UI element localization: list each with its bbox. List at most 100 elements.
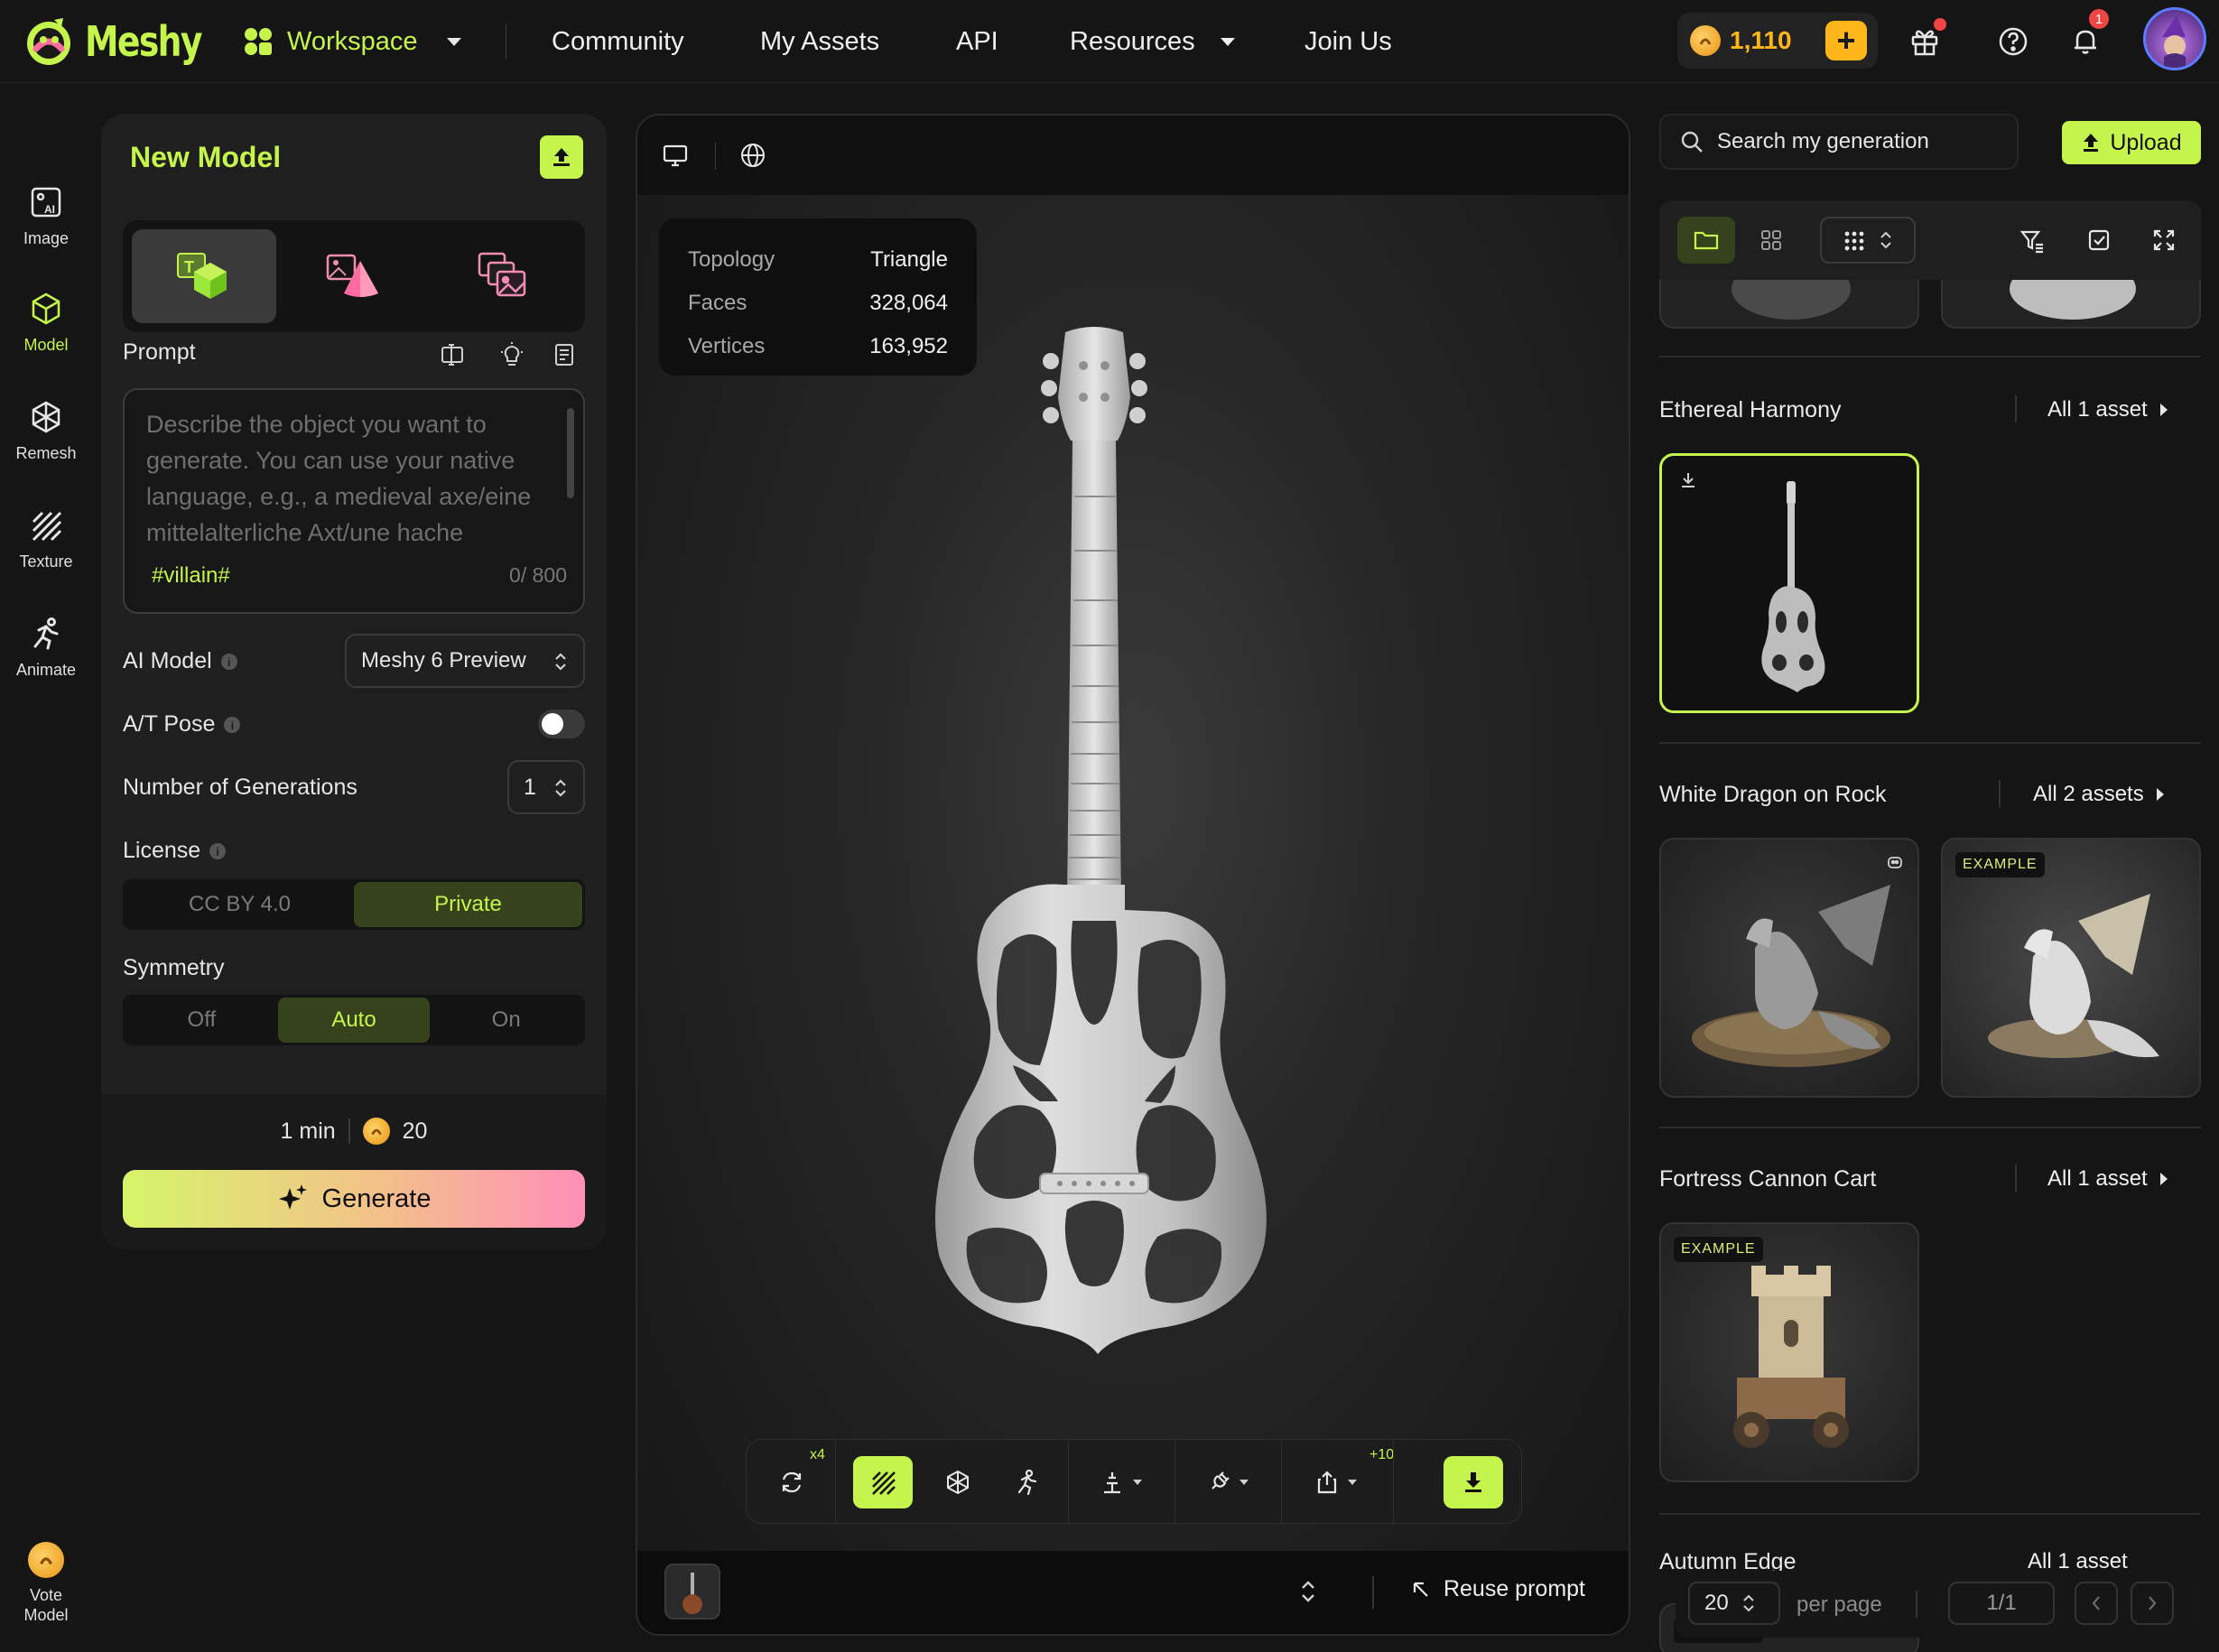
plugin-dropdown-button[interactable] <box>1191 1456 1263 1508</box>
asset-card-selected[interactable] <box>1659 453 1919 713</box>
nav-resources[interactable]: Resources <box>1070 20 1235 63</box>
fullscreen-button[interactable] <box>2143 217 2185 264</box>
reuse-prompt-label: Reuse prompt <box>1443 1576 1585 1601</box>
toolbar-divider <box>1393 1440 1394 1525</box>
texture-icon <box>32 511 62 542</box>
gift-button[interactable] <box>1903 18 1946 63</box>
license-option-cc-by[interactable]: CC BY 4.0 <box>125 882 354 927</box>
prompt-textarea[interactable]: Describe the object you want to generate… <box>123 388 585 614</box>
help-button[interactable] <box>1992 20 2035 63</box>
per-page-label: per page <box>1797 1592 1882 1617</box>
upload-button[interactable]: Upload <box>2062 121 2201 164</box>
sparkle-icon <box>278 1184 307 1210</box>
group-divider <box>1659 1127 2201 1128</box>
history-thumbnail[interactable] <box>664 1564 720 1620</box>
user-avatar[interactable] <box>2143 7 2206 70</box>
expand-history-button[interactable] <box>1298 1578 1318 1605</box>
reuse-prompt-button[interactable]: Reuse prompt <box>1411 1576 1585 1602</box>
next-page-button[interactable] <box>2131 1582 2174 1625</box>
prompt-library-button[interactable] <box>551 341 578 368</box>
toolbar-divider <box>1281 1440 1282 1525</box>
add-credits-button[interactable]: + <box>1825 21 1867 60</box>
chevron-down-icon <box>1220 37 1235 46</box>
info-icon[interactable]: i <box>209 843 227 860</box>
prompt-scrollbar[interactable] <box>567 408 574 498</box>
ai-model-select[interactable]: Meshy 6 Preview <box>345 634 585 688</box>
license-segmented: CC BY 4.0 Private <box>123 879 585 930</box>
credits-balance[interactable]: 1,110 + <box>1677 13 1878 69</box>
remesh-icon <box>32 401 60 433</box>
coin-icon <box>1690 25 1721 56</box>
book-icon <box>555 344 573 366</box>
license-option-private[interactable]: Private <box>354 882 582 927</box>
search-icon <box>1681 131 1703 153</box>
search-input[interactable]: Search my generation <box>1659 114 2019 170</box>
rail-texture[interactable]: Texture <box>0 507 92 571</box>
filter-icon <box>2019 230 2043 254</box>
generations-select[interactable]: 1 <box>507 760 585 814</box>
select-mode-button[interactable] <box>2078 217 2120 264</box>
prompt-tag[interactable]: #villain# <box>152 563 230 589</box>
prev-page-button[interactable] <box>2075 1582 2118 1625</box>
page-input[interactable]: 1/1 <box>1948 1582 2055 1625</box>
nav-api[interactable]: API <box>956 20 998 63</box>
group-title-divider <box>2015 395 2017 422</box>
generate-button[interactable]: Generate <box>123 1170 585 1228</box>
model-viewer[interactable]: Topology Triangle Faces 328,064 Vertices… <box>636 114 1630 1636</box>
asset-card[interactable]: EXAMPLE <box>1659 1222 1919 1482</box>
filter-button[interactable] <box>2011 217 2053 264</box>
download-button[interactable] <box>1444 1456 1503 1508</box>
group-view-all[interactable]: All 1 asset <box>2047 1166 2168 1192</box>
asset-card-partial[interactable] <box>1659 280 1919 329</box>
rail-image[interactable]: AI Image <box>0 184 92 248</box>
nav-my-assets[interactable]: My Assets <box>760 20 879 63</box>
pose-dropdown-button[interactable] <box>1084 1456 1156 1508</box>
remesh-tool-button[interactable] <box>931 1456 985 1508</box>
prompt-helper-button[interactable] <box>439 341 466 368</box>
nav-workspace[interactable]: Workspace <box>242 20 461 63</box>
rig-tool-button[interactable] <box>999 1456 1054 1508</box>
rail-vote-model[interactable]: Vote Model <box>0 1542 92 1625</box>
regenerate-button[interactable] <box>765 1456 819 1508</box>
time-estimate: 1 min <box>280 1118 336 1144</box>
per-page-select[interactable]: 20 <box>1688 1582 1780 1625</box>
group-title: White Dragon on Rock <box>1659 782 1887 807</box>
prompt-ideas-button[interactable] <box>498 341 525 368</box>
tab-image-to-3d[interactable] <box>282 229 426 323</box>
info-icon[interactable]: i <box>220 654 237 671</box>
texture-tool-button[interactable] <box>853 1456 913 1508</box>
upload-image-button[interactable] <box>540 135 583 179</box>
folder-view-button[interactable] <box>1677 217 1735 264</box>
rail-remesh[interactable]: Remesh <box>0 399 92 463</box>
density-select[interactable] <box>1820 217 1916 264</box>
environment-button[interactable] <box>735 137 771 173</box>
asset-card[interactable] <box>1659 838 1919 1098</box>
pose-toggle[interactable] <box>538 710 585 738</box>
info-icon[interactable]: i <box>224 717 241 734</box>
dragon-thumbnail <box>1692 885 1890 1067</box>
nav-community[interactable]: Community <box>552 20 684 63</box>
nav-join-us[interactable]: Join Us <box>1304 20 1392 63</box>
asset-card[interactable]: EXAMPLE <box>1941 838 2201 1098</box>
generation-estimate: 1 min 20 <box>101 1118 607 1145</box>
group-title: Fortress Cannon Cart <box>1659 1166 1877 1192</box>
rail-model[interactable]: Model <box>0 291 92 355</box>
rail-animate[interactable]: Animate <box>0 616 92 680</box>
gift-icon <box>1911 30 1938 56</box>
share-dropdown-button[interactable] <box>1299 1456 1371 1508</box>
symmetry-option-on[interactable]: On <box>430 998 582 1043</box>
rail-remesh-label: Remesh <box>15 444 77 462</box>
symmetry-option-auto[interactable]: Auto <box>277 998 431 1043</box>
display-mode-button[interactable] <box>657 137 693 173</box>
group-view-all[interactable]: All 1 asset <box>2047 397 2168 422</box>
brand-logo[interactable]: Meshy <box>22 13 227 70</box>
tab-multi-image-to-3d[interactable] <box>432 229 576 323</box>
grid-view-button[interactable] <box>1748 217 1795 264</box>
symmetry-option-off[interactable]: Off <box>125 998 278 1043</box>
asset-card-partial[interactable] <box>1941 280 2201 329</box>
meshy-logo-icon <box>27 18 70 65</box>
group-view-all[interactable]: All 2 assets <box>2033 782 2164 807</box>
notifications-button[interactable]: 1 <box>2064 9 2109 63</box>
updown-chevron-icon <box>1302 1581 1314 1602</box>
tab-text-to-3d[interactable]: T <box>132 229 276 323</box>
